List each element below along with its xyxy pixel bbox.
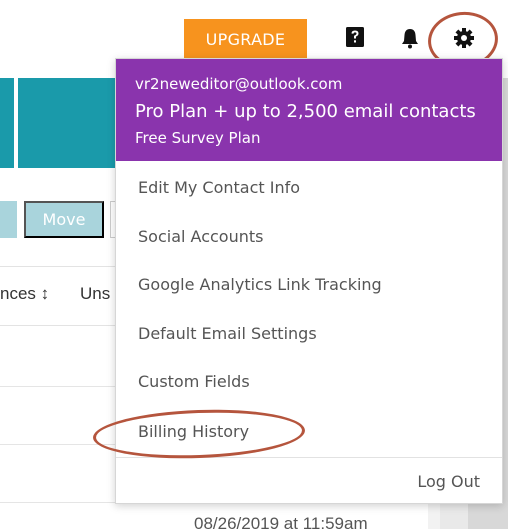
column-header-label: nces [0,284,36,303]
menu-item-edit-contact-info[interactable]: Edit My Contact Info [138,178,300,197]
logout-link[interactable]: Log Out [417,472,480,491]
bell-icon[interactable] [400,27,420,49]
toolbar-button[interactable] [0,201,17,238]
account-plan: Pro Plan + up to 2,500 email contacts [135,101,476,122]
menu-item-google-analytics[interactable]: Google Analytics Link Tracking [138,275,382,294]
menu-item-custom-fields[interactable]: Custom Fields [138,372,250,391]
date-cell: 08/26/2019 at 11:59am [194,514,368,529]
sort-icon[interactable]: ↕ [41,284,50,303]
nav-tile[interactable] [0,78,14,168]
move-button[interactable]: Move [24,201,104,238]
menu-item-social-accounts[interactable]: Social Accounts [138,227,263,246]
account-menu-header: vr2neweditor@outlook.com Pro Plan + up t… [116,59,502,161]
help-icon[interactable] [345,26,365,48]
column-header[interactable]: Uns [80,284,110,304]
menu-item-default-email-settings[interactable]: Default Email Settings [138,324,317,343]
account-email: vr2neweditor@outlook.com [135,75,343,93]
survey-plan: Free Survey Plan [135,129,261,147]
upgrade-button[interactable]: UPGRADE [184,19,307,59]
column-header[interactable]: nces ↕ [0,284,49,304]
